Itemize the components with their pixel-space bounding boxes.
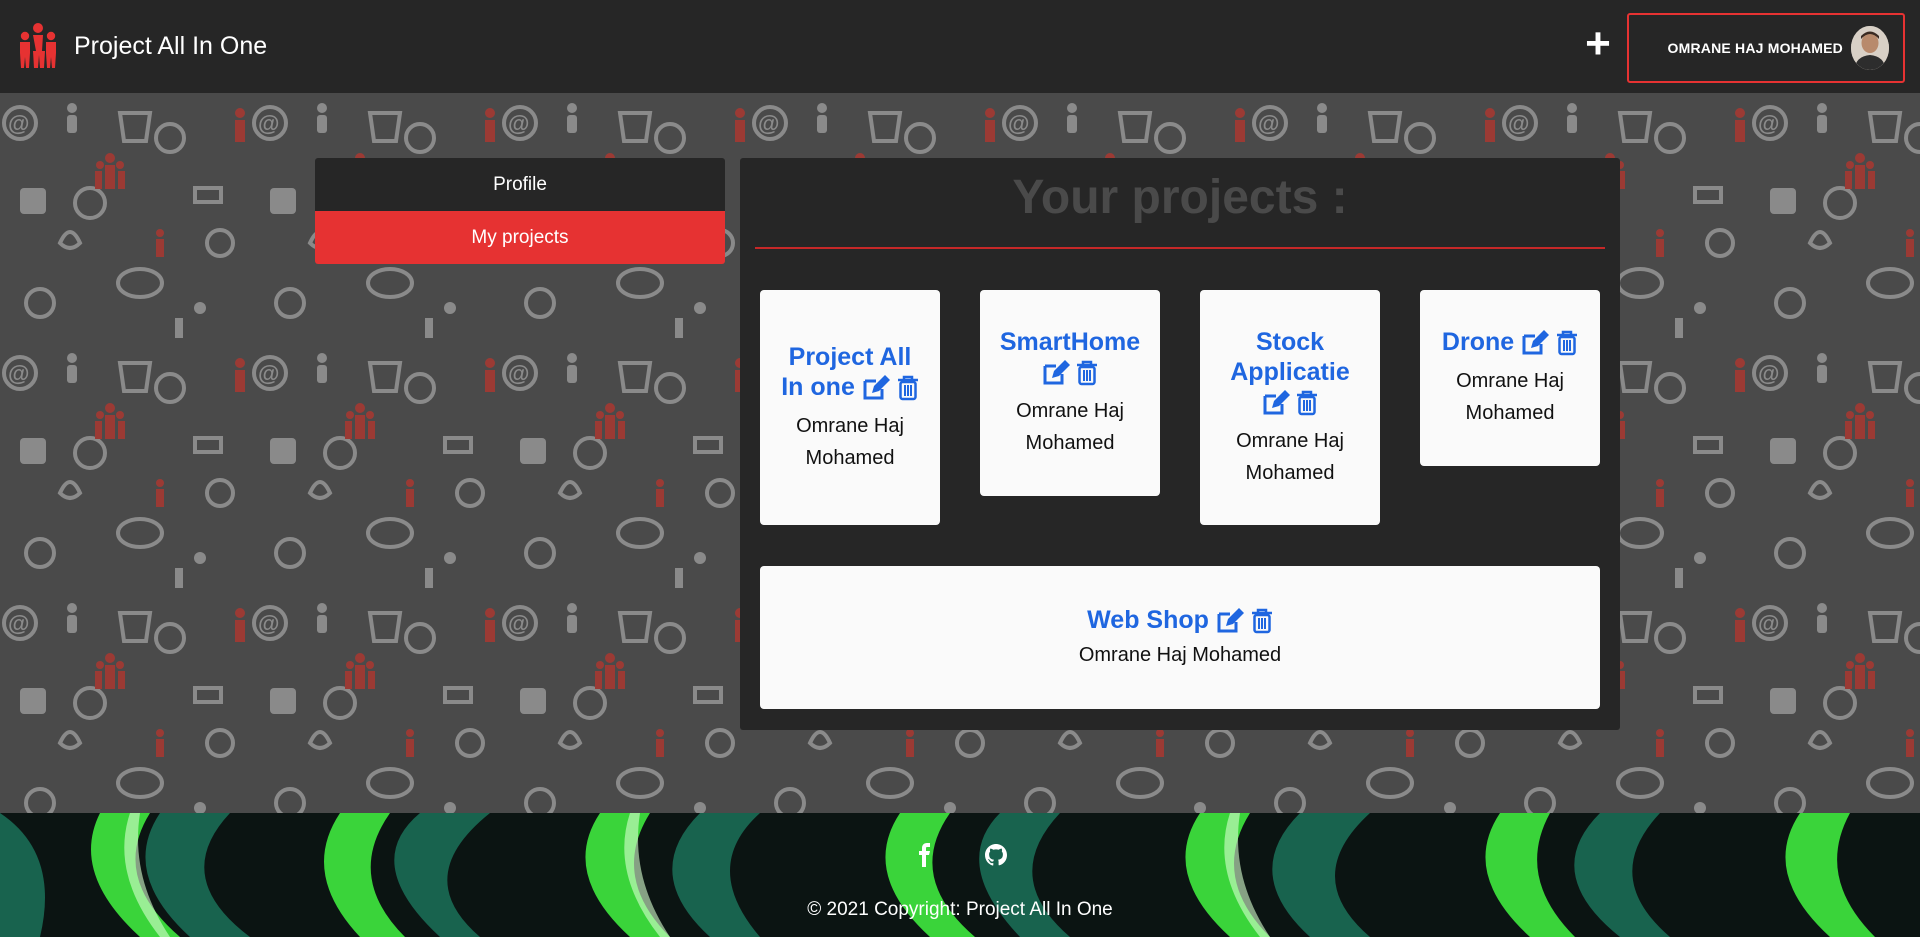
project-title: SmartHome xyxy=(978,327,1162,387)
brand-title: Project All In One xyxy=(74,31,268,60)
project-owner: Omrane Haj Mohamed xyxy=(1236,429,1344,484)
project-title: Drone xyxy=(1413,327,1607,357)
delete-icon[interactable] xyxy=(1076,360,1098,386)
project-owner: Omrane Haj Mohamed xyxy=(1078,643,1282,666)
edit-icon[interactable] xyxy=(1521,330,1550,356)
title-divider xyxy=(755,247,1605,249)
avatar xyxy=(1851,26,1889,70)
project-card[interactable]: Web Shop Omrane Haj Mohamed xyxy=(760,566,1600,709)
sidenav-item-profile[interactable]: Profile xyxy=(315,158,725,211)
projects-panel: Your projects : Project All In one Omran… xyxy=(740,158,1620,730)
project-owner: Omrane Haj Mohamed xyxy=(1016,400,1124,454)
project-name-link[interactable]: Web Shop xyxy=(1087,606,1209,634)
project-title: Stock Applicatie xyxy=(1208,327,1372,417)
user-name: OMRANE HAJ MOHAMED xyxy=(1667,40,1843,56)
add-project-button[interactable]: + xyxy=(1578,22,1618,68)
edit-icon[interactable] xyxy=(1216,607,1244,634)
project-card[interactable]: SmartHome Omrane Haj Mohamed xyxy=(980,290,1160,496)
project-card[interactable]: Stock Applicatie Omrane Haj Mohamed xyxy=(1200,290,1380,525)
user-menu-button[interactable]: OMRANE HAJ MOHAMED xyxy=(1627,13,1905,83)
navbar: Project All In One + OMRANE HAJ MOHAMED xyxy=(0,0,1920,93)
project-name-link[interactable]: Stock Applicatie xyxy=(1230,328,1349,386)
delete-icon[interactable] xyxy=(1251,608,1273,634)
project-title: Project All In one xyxy=(768,342,932,402)
project-name-link[interactable]: SmartHome xyxy=(1000,328,1140,356)
project-title: Web Shop xyxy=(1075,605,1285,635)
project-owner: Omrane Haj Mohamed xyxy=(1456,370,1564,424)
project-name-link[interactable]: Project All In one xyxy=(781,343,911,401)
edit-icon[interactable] xyxy=(1262,389,1290,416)
project-card[interactable]: Project All In one Omrane Haj Mohamed xyxy=(760,290,940,525)
delete-icon[interactable] xyxy=(897,375,919,401)
edit-icon[interactable] xyxy=(1042,360,1070,386)
delete-icon[interactable] xyxy=(1296,390,1318,416)
project-name-link[interactable]: Drone xyxy=(1442,328,1514,356)
brand-link[interactable]: Project All In One xyxy=(14,22,267,70)
page-title: Your projects : xyxy=(1012,171,1348,224)
facebook-icon[interactable] xyxy=(911,841,939,869)
side-nav: Profile My projects xyxy=(315,158,725,264)
footer: © 2021 Copyright: Project All In One xyxy=(0,813,1920,937)
project-card[interactable]: Drone Omrane Haj Mohamed xyxy=(1420,290,1600,466)
sidenav-item-my-projects[interactable]: My projects xyxy=(315,211,725,264)
copyright-text: © 2021 Copyright: Project All In One xyxy=(807,899,1113,920)
edit-icon[interactable] xyxy=(862,374,890,401)
people-logo-icon xyxy=(20,23,56,68)
delete-icon[interactable] xyxy=(1556,330,1578,356)
github-icon[interactable] xyxy=(982,841,1010,869)
project-owner: Omrane Haj Mohamed xyxy=(796,414,904,469)
